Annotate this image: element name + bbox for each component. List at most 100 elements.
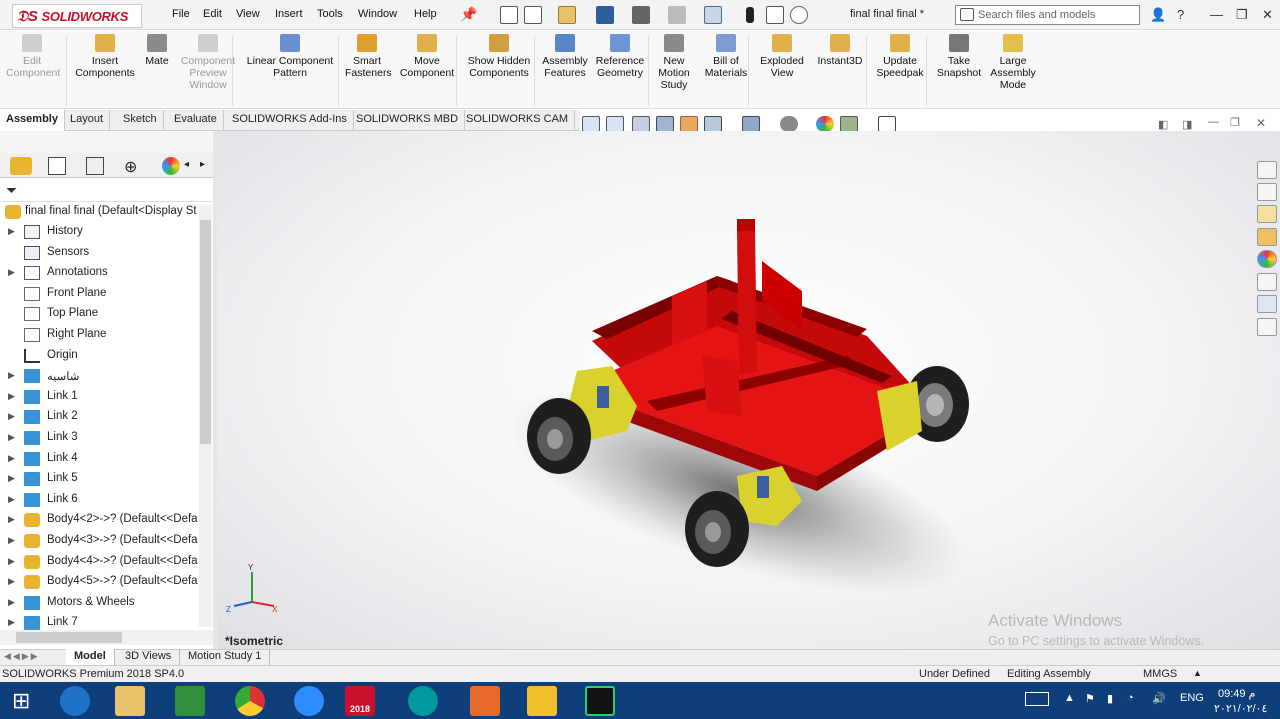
solidworks-resources-icon[interactable] [1257, 161, 1277, 179]
apply-scene-icon[interactable] [840, 116, 858, 132]
close-icon[interactable]: ✕ [1262, 7, 1273, 23]
expand-arrow-icon[interactable]: ▶ [8, 514, 15, 525]
cmd-linear-component-pattern[interactable]: Linear Component Pattern [242, 34, 338, 79]
tab-layout[interactable]: Layout [64, 110, 111, 131]
tree-item[interactable]: Origin [0, 346, 198, 366]
cmd-reference-geometry[interactable]: Reference Geometry [592, 34, 648, 79]
traffic-light-icon[interactable] [746, 7, 754, 23]
expand-arrow-icon[interactable]: ▶ [8, 391, 15, 402]
zoom-to-area-icon[interactable] [606, 116, 624, 132]
view-settings-icon[interactable] [878, 116, 896, 132]
menu-file[interactable]: File [172, 8, 190, 20]
print-icon[interactable] [632, 6, 650, 24]
file-explorer-taskbar-icon[interactable] [115, 686, 145, 716]
viewport-close-icon[interactable]: ✕ [1256, 116, 1266, 130]
status-units[interactable]: MMGS [1143, 668, 1177, 680]
tree-item[interactable]: ▶ Link 6 [0, 490, 198, 510]
tab-assembly[interactable]: Assembly [0, 110, 65, 131]
open-folder-icon[interactable] [558, 6, 576, 24]
tree-item[interactable]: ▶ Link 2 [0, 407, 198, 427]
tree-item[interactable]: ▶ Body4<5>->? (Default<<Defau [0, 572, 198, 592]
expand-arrow-icon[interactable]: ▶ [8, 473, 15, 484]
tab-nav-arrows-icon[interactable]: ◀◀▶▶ [4, 651, 40, 662]
tree-item[interactable]: ▶ Link 4 [0, 449, 198, 469]
tree-hscroll-thumb[interactable] [16, 632, 122, 643]
solidworks-forum-icon[interactable] [1257, 295, 1277, 313]
design-library-icon[interactable] [1257, 183, 1277, 201]
language-indicator[interactable]: ENG [1180, 692, 1204, 704]
view-orientation-icon[interactable] [704, 116, 722, 132]
robot-model[interactable] [217, 131, 1280, 649]
tree-item[interactable]: ▶ Body4<3>->? (Default<<Defau [0, 531, 198, 551]
pycharm-icon[interactable] [585, 686, 615, 716]
tree-item[interactable]: ▶ Link 5 [0, 469, 198, 489]
dimxpert-tab-icon[interactable]: ⊕ [124, 157, 137, 177]
cmd-bill-of-materials[interactable]: Bill of Materials [700, 34, 752, 79]
file-explorer-icon[interactable] [1257, 205, 1277, 223]
tab-model[interactable]: Model [66, 649, 115, 665]
zoom-to-fit-icon[interactable] [582, 116, 600, 132]
help-icon[interactable]: ? [1177, 7, 1184, 22]
display-manager-tab-icon[interactable] [162, 157, 180, 175]
cmd-exploded-view[interactable]: Exploded View [755, 34, 809, 79]
tab-mbd[interactable]: SOLIDWORKS MBD [350, 110, 466, 131]
new-document-icon[interactable] [524, 6, 542, 24]
menu-window[interactable]: Window [358, 8, 397, 20]
restore-icon[interactable]: ❐ [1236, 7, 1248, 23]
chrome-icon[interactable] [235, 686, 265, 716]
expand-arrow-icon[interactable]: ▶ [8, 370, 15, 381]
tree-root[interactable]: final final final (Default<Display St [0, 202, 198, 222]
expand-arrow-icon[interactable]: ▶ [8, 556, 15, 567]
previous-view-icon[interactable] [632, 116, 650, 132]
tree-item[interactable]: ▶ شاسیه [0, 366, 198, 386]
user-icon[interactable]: 👤 [1150, 7, 1166, 23]
viewport-minimize-icon[interactable]: — [1208, 116, 1219, 128]
cmd-show-hidden-components[interactable]: Show Hidden Components [463, 34, 535, 79]
home-icon[interactable] [500, 6, 518, 24]
keyboard-icon[interactable] [1025, 692, 1049, 706]
volume-icon[interactable]: 🔊 [1152, 692, 1166, 705]
tree-item[interactable]: Top Plane [0, 304, 198, 324]
tab-scroll-right-icon[interactable]: ▸ [200, 159, 205, 170]
tree-item[interactable]: Right Plane [0, 325, 198, 345]
store-icon[interactable] [175, 686, 205, 716]
undo-icon[interactable] [668, 6, 686, 24]
expand-arrow-icon[interactable]: ▶ [8, 494, 15, 505]
expand-arrow-icon[interactable]: ▶ [8, 535, 15, 546]
units-dropdown-icon[interactable]: ▲ [1193, 668, 1202, 678]
tab-addins[interactable]: SOLIDWORKS Add-Ins [226, 110, 354, 131]
arduino-icon[interactable] [408, 686, 438, 716]
menu-edit[interactable]: Edit [203, 8, 222, 20]
solidworks-taskbar-icon[interactable]: 2018 [345, 686, 375, 716]
tab-scroll-left-icon[interactable]: ◂ [184, 159, 189, 170]
configuration-manager-tab-icon[interactable] [86, 157, 104, 175]
app-taskbar-icon[interactable] [527, 686, 557, 716]
tree-item[interactable]: Sensors [0, 243, 198, 263]
expand-arrow-icon[interactable]: ▶ [8, 576, 15, 587]
menu-insert[interactable]: Insert [275, 8, 303, 20]
expand-arrow-icon[interactable]: ▶ [8, 226, 15, 237]
dynamic-annotation-icon[interactable] [680, 116, 698, 132]
network-icon[interactable]: ◔ [1127, 692, 1134, 704]
tree-item[interactable]: Front Plane [0, 284, 198, 304]
tree-item[interactable]: ▶ History [0, 222, 198, 242]
viewport-restore-icon[interactable]: ❐ [1230, 116, 1240, 129]
tree-item[interactable]: ▶ Body4<2>->? (Default<<Defau [0, 510, 198, 530]
cmd-insert-components[interactable]: Insert Components [72, 34, 138, 79]
section-view-icon[interactable] [656, 116, 674, 132]
tab-3d-views[interactable]: 3D Views [117, 649, 181, 665]
file-properties-icon[interactable] [766, 6, 784, 24]
expand-arrow-icon[interactable]: ▶ [8, 597, 15, 608]
expand-arrow-icon[interactable]: ▶ [8, 617, 15, 628]
expand-arrow-icon[interactable]: ▶ [8, 411, 15, 422]
property-manager-tab-icon[interactable] [48, 157, 66, 175]
tree-item[interactable]: ▶ Link 3 [0, 428, 198, 448]
options-gear-icon[interactable] [790, 6, 808, 24]
zoom-app-icon[interactable] [294, 686, 324, 716]
cmd-large-assembly-mode[interactable]: Large Assembly Mode [988, 34, 1038, 91]
internet-explorer-icon[interactable] [60, 686, 90, 716]
tree-filter[interactable]: ⏷ [0, 180, 213, 202]
matlab-icon[interactable] [470, 686, 500, 716]
tree-scroll-thumb[interactable] [200, 220, 211, 444]
tray-expand-icon[interactable]: ▲ [1064, 692, 1075, 704]
